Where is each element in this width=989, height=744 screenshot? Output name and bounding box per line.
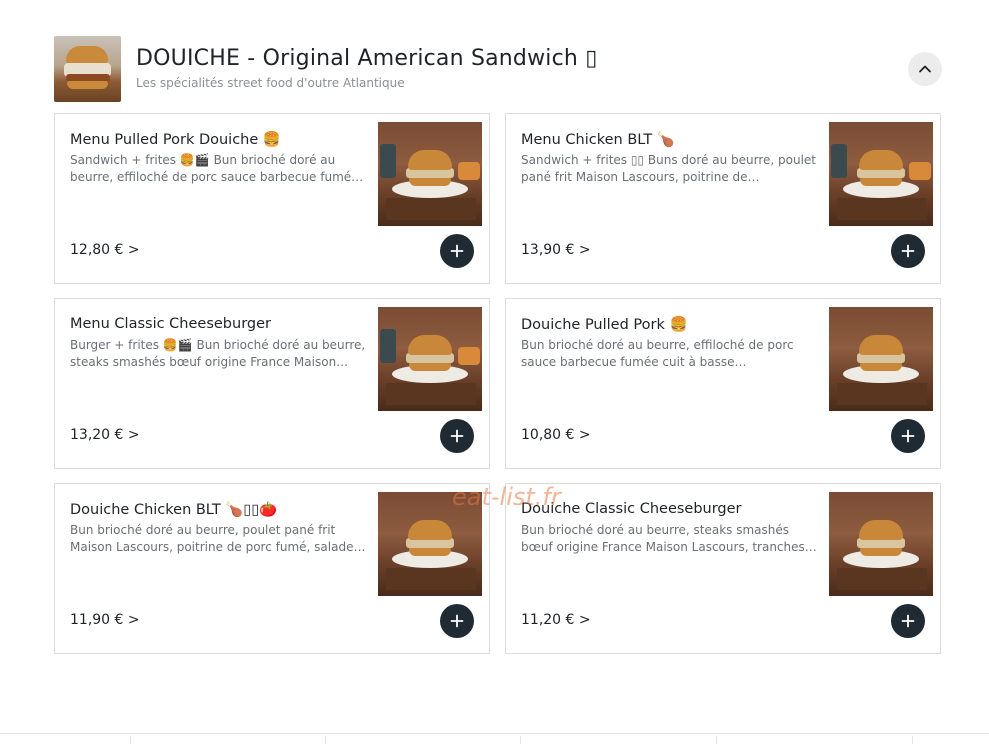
product-name: Douiche Classic Cheeseburger [521, 501, 742, 517]
add-to-cart-button[interactable] [440, 234, 474, 268]
product-description: Sandwich + frites ▯▯ Buns doré au beurre… [521, 153, 817, 184]
product-name: Douiche Pulled Pork 🍔 [521, 317, 688, 333]
add-to-cart-button[interactable] [440, 604, 474, 638]
bottom-divider [130, 736, 131, 744]
bottom-divider [716, 736, 717, 744]
add-to-cart-button[interactable] [440, 419, 474, 453]
section-title: DOUICHE - Original American Sandwich ▯ [136, 46, 598, 71]
product-price[interactable]: 13,90 € > [521, 242, 591, 258]
product-image [378, 307, 482, 411]
product-name: Menu Pulled Pork Douiche 🍔 [70, 132, 281, 148]
add-to-cart-button[interactable] [891, 419, 925, 453]
product-description: Sandwich + frites 🍔🎬 Bun brioché doré au… [70, 153, 364, 184]
product-description: Bun brioché doré au beurre, effiloché de… [521, 338, 794, 369]
plus-icon [901, 429, 915, 443]
plus-icon [450, 429, 464, 443]
product-price[interactable]: 12,80 € > [70, 242, 140, 258]
product-card[interactable]: Menu Pulled Pork Douiche 🍔 Sandwich + fr… [54, 113, 490, 284]
bottom-divider [325, 736, 326, 744]
product-price[interactable]: 13,20 € > [70, 427, 140, 443]
product-price[interactable]: 10,80 € > [521, 427, 591, 443]
bottom-divider [912, 736, 913, 744]
collapse-button[interactable] [908, 52, 942, 86]
add-to-cart-button[interactable] [891, 604, 925, 638]
product-card[interactable]: Douiche Classic Cheeseburger Bun brioché… [505, 483, 941, 654]
product-description: Bun brioché doré au beurre, steaks smash… [521, 523, 817, 554]
bottom-divider [0, 733, 989, 734]
product-description: Burger + frites 🍔🎬 Bun brioché doré au b… [70, 338, 366, 369]
product-name: Menu Chicken BLT 🍗 [521, 132, 675, 148]
add-to-cart-button[interactable] [891, 234, 925, 268]
product-card[interactable]: Douiche Pulled Pork 🍔 Bun brioché doré a… [505, 298, 941, 469]
chevron-up-icon [919, 65, 931, 73]
product-image [829, 122, 933, 226]
product-image [829, 307, 933, 411]
section-header: DOUICHE - Original American Sandwich ▯ L… [54, 36, 942, 102]
plus-icon [450, 614, 464, 628]
section-subtitle: Les spécialités street food d'outre Atla… [136, 76, 405, 90]
product-name: Douiche Chicken BLT 🍗▯▯🍅 [70, 502, 278, 518]
product-card[interactable]: Menu Classic Cheeseburger Burger + frite… [54, 298, 490, 469]
section-thumbnail [54, 36, 121, 102]
product-description: Bun brioché doré au beurre, poulet pané … [70, 523, 366, 554]
product-price[interactable]: 11,90 € > [70, 612, 140, 628]
watermark: eat-list.fr [452, 483, 561, 511]
plus-icon [901, 244, 915, 258]
plus-icon [901, 614, 915, 628]
product-card[interactable]: Menu Chicken BLT 🍗 Sandwich + frites ▯▯ … [505, 113, 941, 284]
plus-icon [450, 244, 464, 258]
product-card[interactable]: Douiche Chicken BLT 🍗▯▯🍅 Bun brioché dor… [54, 483, 490, 654]
product-image [378, 122, 482, 226]
product-image [829, 492, 933, 596]
product-price[interactable]: 11,20 € > [521, 612, 591, 628]
product-name: Menu Classic Cheeseburger [70, 316, 271, 332]
bottom-divider [520, 736, 521, 744]
